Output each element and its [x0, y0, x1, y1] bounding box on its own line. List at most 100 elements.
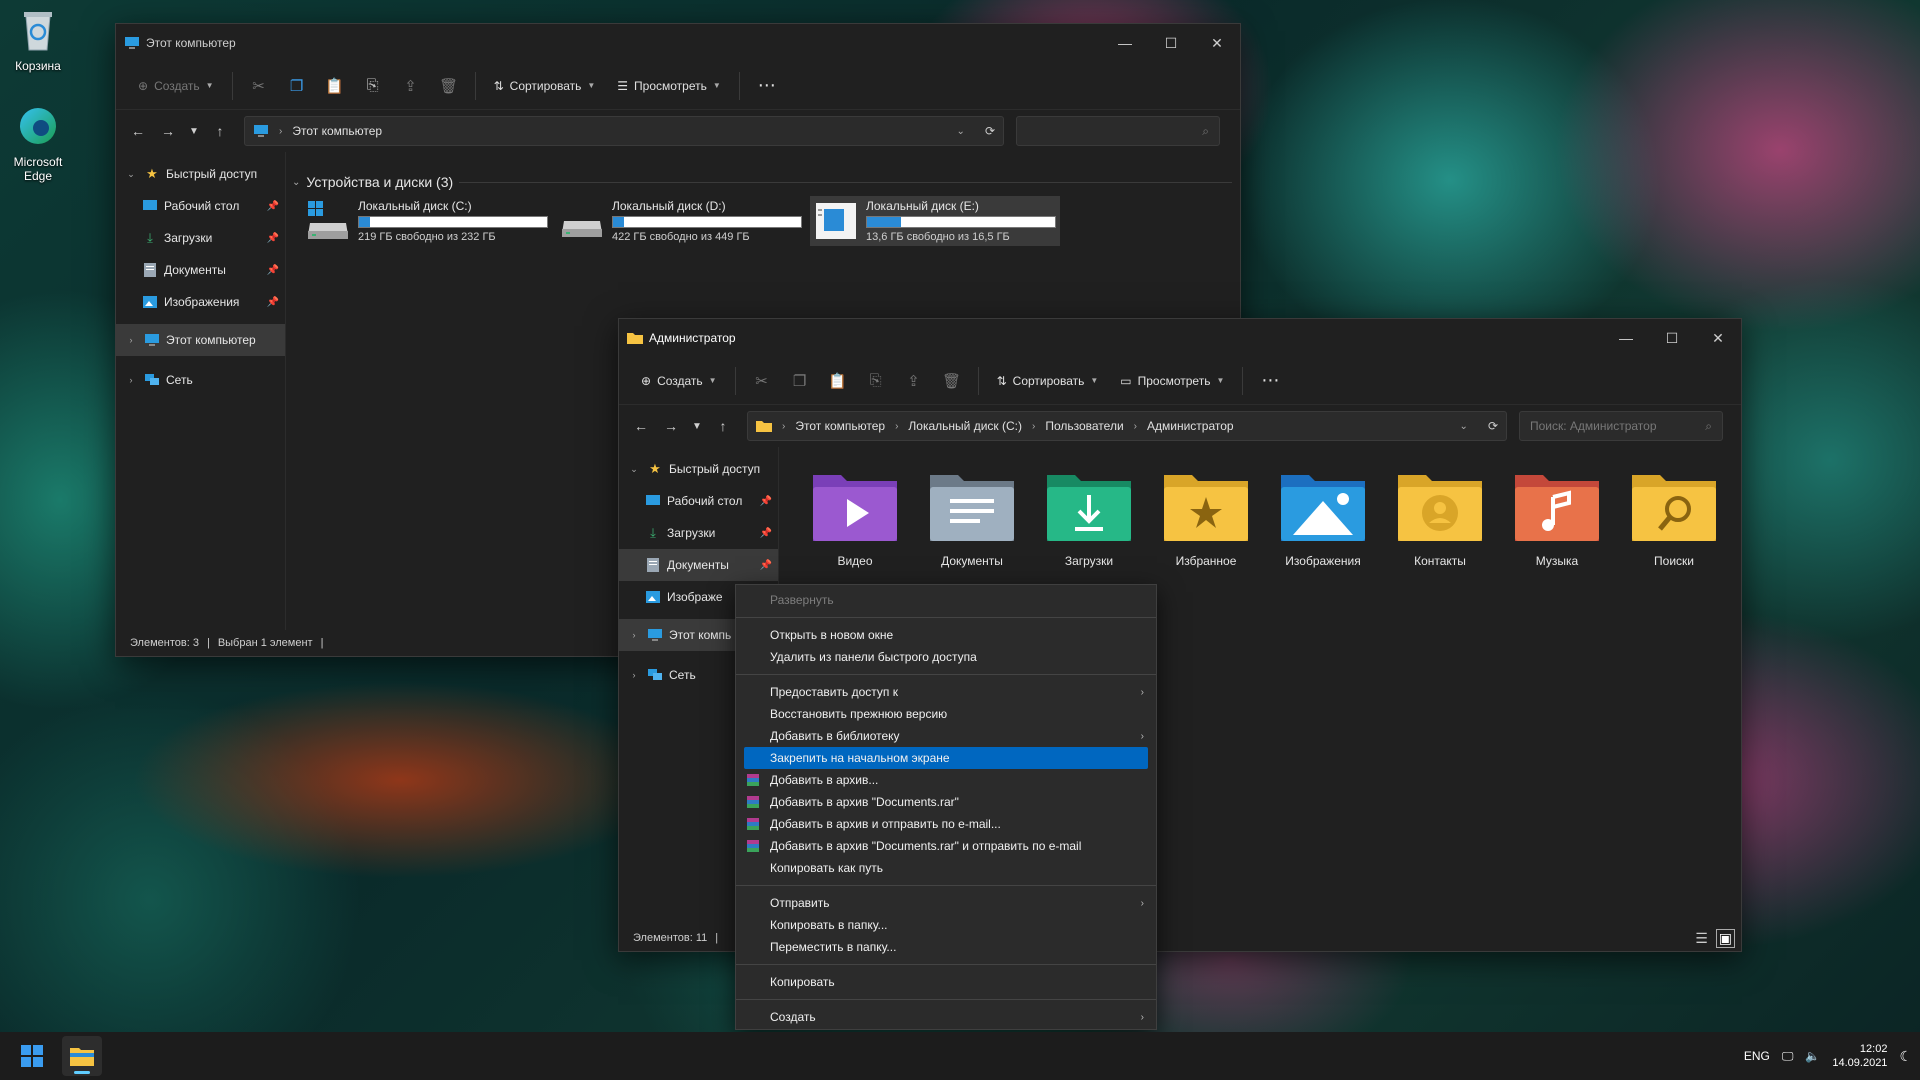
recent-locations-button[interactable]: ▼ — [687, 412, 707, 440]
context-menu-item[interactable]: Добавить в архив "Documents.rar" — [736, 791, 1156, 813]
address-bar[interactable]: › Этот компьютер ⌄ ⟳ — [244, 116, 1004, 146]
clock[interactable]: 12:02 14.09.2021 — [1832, 1042, 1887, 1070]
context-menu-item[interactable]: Копировать — [736, 971, 1156, 993]
drive-d[interactable]: Локальный диск (D:) 422 ГБ свободно из 4… — [556, 196, 806, 246]
view-button[interactable]: ☰ Просмотреть ▼ — [609, 70, 729, 102]
sidebar-item-documents[interactable]: Документы 📌 — [619, 549, 778, 581]
search-box[interactable]: Поиск: Администратор ⌕ — [1519, 411, 1723, 441]
folder-searches[interactable]: Поиски — [1624, 469, 1724, 568]
refresh-icon[interactable]: ⟳ — [1488, 419, 1498, 433]
context-menu-item[interactable]: Добавить в библиотеку › — [736, 725, 1156, 747]
breadcrumb-item[interactable]: Этот компьютер — [795, 419, 885, 433]
sidebar-item-downloads[interactable]: ⤓ Загрузки 📌 — [619, 517, 778, 549]
create-button[interactable]: ⊕ Создать ▼ — [130, 70, 222, 102]
sort-button[interactable]: ⇅ Сортировать ▼ — [989, 365, 1107, 397]
desktop-icon-edge[interactable]: Microsoft Edge — [8, 104, 68, 183]
close-button[interactable]: ✕ — [1695, 319, 1741, 357]
view-button[interactable]: ▭ Просмотреть ▼ — [1112, 365, 1232, 397]
chevron-right-icon[interactable]: › — [124, 335, 138, 345]
sidebar-item-network[interactable]: › Сеть — [116, 364, 285, 396]
context-menu-item[interactable]: Добавить в архив... — [736, 769, 1156, 791]
forward-button[interactable]: → — [154, 117, 182, 145]
sidebar-item-quick-access[interactable]: ⌄ ★ Быстрый доступ — [116, 158, 285, 190]
chevron-down-icon[interactable]: ⌄ — [627, 464, 641, 475]
paste-icon[interactable]: 📋 — [319, 70, 351, 102]
folder-documents[interactable]: Документы — [922, 469, 1022, 568]
folder-video[interactable]: Видео — [805, 469, 905, 568]
context-menu-item[interactable]: Добавить в архив и отправить по e-mail..… — [736, 813, 1156, 835]
sidebar-item-documents[interactable]: Документы 📌 — [116, 254, 285, 286]
sort-button[interactable]: ⇅ Сортировать ▼ — [486, 70, 604, 102]
language-indicator[interactable]: ENG — [1744, 1049, 1770, 1063]
sidebar-item-desktop[interactable]: Рабочий стол 📌 — [619, 485, 778, 517]
tiles-view-icon[interactable]: ▣ — [1715, 928, 1735, 948]
search-input[interactable]: Поиск: Администратор — [1530, 419, 1705, 433]
back-button[interactable]: ← — [627, 412, 655, 440]
notifications-icon[interactable]: ☾ — [1899, 1048, 1912, 1065]
sidebar-item-this-pc[interactable]: › Этот компьютер — [116, 324, 285, 356]
context-menu-item[interactable]: Восстановить прежнюю версию — [736, 703, 1156, 725]
drive-c[interactable]: Локальный диск (C:) 219 ГБ свободно из 2… — [302, 196, 552, 246]
cut-icon[interactable]: ✂ — [243, 70, 275, 102]
volume-icon[interactable]: 🔈 — [1805, 1049, 1820, 1063]
recent-locations-button[interactable]: ▼ — [184, 117, 204, 145]
folder-pictures[interactable]: Изображения — [1273, 469, 1373, 568]
network-icon[interactable]: 🖵 — [1782, 1049, 1794, 1064]
close-button[interactable]: ✕ — [1194, 24, 1240, 62]
refresh-icon[interactable]: ⟳ — [985, 124, 995, 138]
up-button[interactable]: ↑ — [709, 412, 737, 440]
rename-icon[interactable]: ⎘ — [357, 70, 389, 102]
breadcrumb-item[interactable]: Этот компьютер — [292, 124, 382, 138]
folder-music[interactable]: Музыка — [1507, 469, 1607, 568]
context-menu-item[interactable]: Удалить из панели быстрого доступа — [736, 646, 1156, 668]
share-icon[interactable]: ⇪ — [395, 70, 427, 102]
chevron-down-icon[interactable]: ⌄ — [1460, 421, 1468, 432]
minimize-button[interactable]: — — [1603, 319, 1649, 357]
sidebar-item-pictures[interactable]: Изображения 📌 — [116, 286, 285, 318]
title-bar[interactable]: Этот компьютер — ☐ ✕ — [116, 24, 1240, 62]
chevron-right-icon[interactable]: › — [627, 630, 641, 640]
create-button[interactable]: ⊕ Создать ▼ — [633, 365, 725, 397]
more-button[interactable]: ⋯ — [750, 70, 784, 102]
folder-favorites[interactable]: Избранное — [1156, 469, 1256, 568]
folder-contacts[interactable]: Контакты — [1390, 469, 1490, 568]
context-menu-item[interactable]: Копировать в папку... — [736, 914, 1156, 936]
breadcrumb-item[interactable]: Локальный диск (C:) — [908, 419, 1022, 433]
context-menu-item[interactable]: Закрепить на начальном экране — [744, 747, 1148, 769]
forward-button[interactable]: → — [657, 412, 685, 440]
maximize-button[interactable]: ☐ — [1649, 319, 1695, 357]
address-bar[interactable]: › Этот компьютер › Локальный диск (C:) ›… — [747, 411, 1507, 441]
details-view-icon[interactable]: ☰ — [1695, 930, 1708, 947]
minimize-button[interactable]: — — [1102, 24, 1148, 62]
cut-icon[interactable]: ✂ — [746, 365, 778, 397]
title-bar[interactable]: Администратор — ☐ ✕ — [619, 319, 1741, 357]
start-button[interactable] — [12, 1036, 52, 1076]
sidebar-item-desktop[interactable]: Рабочий стол 📌 — [116, 190, 285, 222]
breadcrumb-item[interactable]: Пользователи — [1045, 419, 1123, 433]
breadcrumb-item[interactable]: Администратор — [1147, 419, 1234, 433]
chevron-right-icon[interactable]: › — [124, 375, 138, 385]
context-menu-item[interactable]: Предоставить доступ к › — [736, 681, 1156, 703]
context-menu-item[interactable]: Открыть в новом окне — [736, 624, 1156, 646]
chevron-right-icon[interactable]: › — [627, 670, 641, 680]
paste-icon[interactable]: 📋 — [822, 365, 854, 397]
chevron-down-icon[interactable]: ⌄ — [957, 126, 965, 137]
drive-e[interactable]: Локальный диск (E:) 13,6 ГБ свободно из … — [810, 196, 1060, 246]
share-icon[interactable]: ⇪ — [898, 365, 930, 397]
context-menu-item[interactable]: Отправить › — [736, 892, 1156, 914]
search-box[interactable]: ⌕ — [1016, 116, 1220, 146]
copy-icon[interactable]: ❐ — [784, 365, 816, 397]
up-button[interactable]: ↑ — [206, 117, 234, 145]
context-menu-item[interactable]: Переместить в папку... — [736, 936, 1156, 958]
copy-icon[interactable]: ❐ — [281, 70, 313, 102]
taskbar-file-explorer[interactable] — [62, 1036, 102, 1076]
sidebar-item-quick-access[interactable]: ⌄ ★ Быстрый доступ — [619, 453, 778, 485]
context-menu-item[interactable]: Добавить в архив "Documents.rar" и отпра… — [736, 835, 1156, 857]
context-menu-item[interactable]: Копировать как путь — [736, 857, 1156, 879]
more-button[interactable]: ⋯ — [1253, 365, 1287, 397]
desktop-icon-recycle-bin[interactable]: Корзина — [8, 8, 68, 73]
chevron-down-icon[interactable]: ⌄ — [124, 169, 138, 180]
folder-downloads[interactable]: Загрузки — [1039, 469, 1139, 568]
delete-icon[interactable]: 🗑 — [433, 70, 465, 102]
back-button[interactable]: ← — [124, 117, 152, 145]
